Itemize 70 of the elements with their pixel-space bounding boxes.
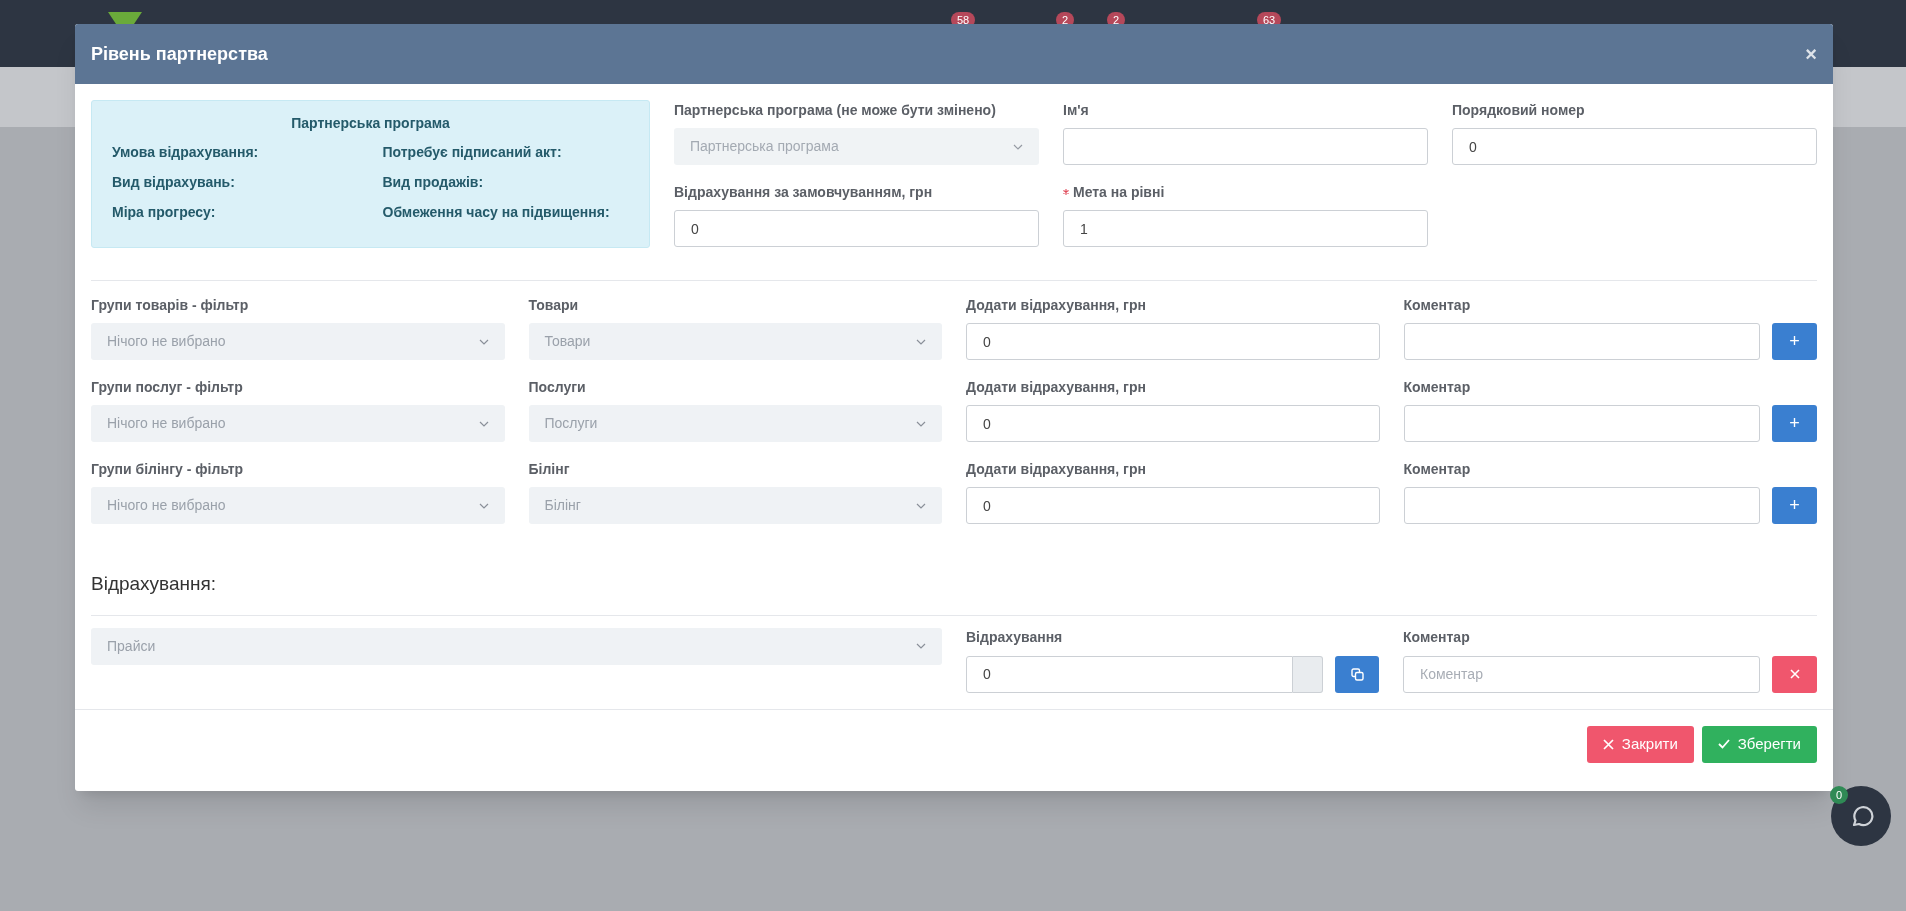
input-field[interactable] [1403, 323, 1760, 360]
select-field[interactable]: Послуги [528, 405, 942, 442]
check-icon [1717, 739, 1730, 749]
info-label: Вид відрахувань: [112, 173, 236, 192]
copy-button[interactable] [1335, 655, 1379, 693]
info-label: Потребує підписаний акт: [382, 143, 563, 162]
field-label: Товари [528, 295, 579, 315]
select-field[interactable]: Товари [528, 323, 942, 360]
input-field[interactable]: 0 [966, 323, 1380, 360]
select-field[interactable]: Прайси [91, 627, 942, 665]
field-label: Додати відрахування, грн [966, 295, 1146, 315]
close-button[interactable]: Закрити [1586, 725, 1694, 763]
chevron-icon [916, 338, 926, 345]
chat-button[interactable] [1831, 786, 1891, 846]
field-label: Порядковий номер [1452, 100, 1585, 120]
input-field[interactable] [1403, 487, 1760, 524]
chevron-icon [478, 420, 489, 427]
close-button[interactable]: × [1805, 44, 1817, 64]
chevron-icon [916, 643, 926, 649]
field-label: Коментар [1403, 377, 1471, 397]
input-field[interactable]: 0 [966, 405, 1380, 442]
chevron-icon [1013, 143, 1023, 150]
field-label: Додати відрахування, грн [966, 377, 1146, 397]
remove-button[interactable] [1772, 655, 1817, 693]
modal-title: Рівень партнерства [91, 42, 268, 66]
chevron-icon [916, 502, 926, 509]
field-label: Відрахування [966, 628, 1063, 647]
info-label: Вид продажів: [382, 173, 485, 192]
input-field[interactable]: 0 [674, 210, 1039, 247]
input-field[interactable]: 0 [1452, 128, 1817, 165]
field-label: Білінг [528, 459, 570, 479]
field-label: Групи товарів - фільтр [91, 295, 249, 315]
add-button[interactable]: + [1772, 487, 1817, 524]
close-icon [1789, 669, 1800, 679]
info-title: Партнерська програма [290, 114, 451, 133]
input-field[interactable]: 0 [966, 487, 1380, 524]
field-label: Відрахування за замовчуванням, грн [674, 182, 933, 202]
chevron-icon [478, 338, 489, 345]
field-label: Коментар [1403, 628, 1470, 647]
copy-icon [1350, 667, 1364, 681]
close-icon [1602, 738, 1614, 750]
input-field[interactable] [1403, 405, 1760, 442]
input-field[interactable]: 0 [966, 655, 1293, 693]
field-label: Групи послуг - фільтр [91, 377, 243, 397]
field-label: Коментар [1403, 295, 1471, 315]
info-label: Умова відрахування: [112, 143, 260, 162]
input-field[interactable]: 1 [1063, 210, 1428, 247]
input-addon [1293, 655, 1323, 693]
select-field[interactable]: Білінг [528, 487, 942, 524]
field-label: Партнерська програма (не може бути змінено) [674, 100, 996, 120]
chevron-icon [916, 420, 926, 427]
select-field[interactable]: Нічого не вибрано [91, 323, 505, 360]
chevron-icon [478, 502, 489, 509]
add-button[interactable]: + [1772, 323, 1817, 360]
chat-count-badge: 0 [1830, 786, 1848, 804]
field-label: Ім'я [1063, 100, 1089, 120]
select-field[interactable]: Нічого не вибрано [91, 405, 505, 442]
input-field[interactable]: Коментар [1403, 655, 1760, 693]
field-label: Послуги [528, 377, 586, 397]
save-button[interactable]: Зберегти [1701, 725, 1817, 763]
add-button[interactable]: + [1772, 405, 1817, 442]
info-label: Міра прогресу: [112, 203, 217, 222]
field-label: Мета на рівні [1073, 182, 1165, 202]
field-label: Групи білінгу - фільтр [91, 459, 244, 479]
select-field[interactable]: Нічого не вибрано [91, 487, 505, 524]
info-label: Обмеження часу на підвищення: [382, 203, 611, 222]
field-label: Додати відрахування, грн [966, 459, 1146, 479]
section-title: Відрахування: [91, 572, 218, 596]
input-field[interactable] [1063, 128, 1428, 165]
field-label: Коментар [1403, 459, 1471, 479]
